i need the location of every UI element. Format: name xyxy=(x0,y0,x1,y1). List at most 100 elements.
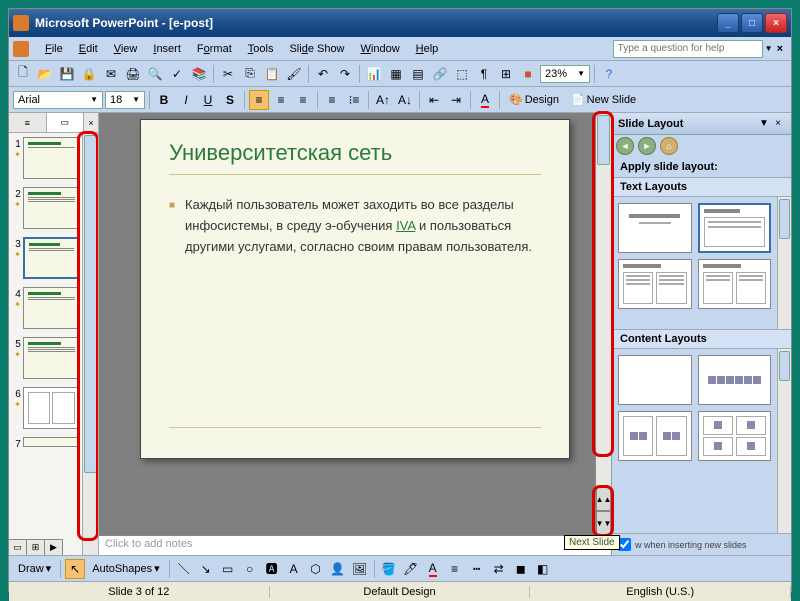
decrease-font-icon[interactable]: A↓ xyxy=(395,90,415,110)
slideshow-view-icon[interactable]: ▶ xyxy=(45,540,63,555)
layout-four-content[interactable] xyxy=(698,411,772,461)
save-icon[interactable]: 💾 xyxy=(57,64,77,84)
align-center-icon[interactable]: ≡ xyxy=(271,90,291,110)
layout-two-col-bullets[interactable] xyxy=(698,259,772,309)
rectangle-icon[interactable]: ▭ xyxy=(218,559,238,579)
bullets-icon[interactable]: ⁝≡ xyxy=(344,90,364,110)
layout-two-col-text[interactable] xyxy=(618,259,692,309)
layout-content[interactable] xyxy=(698,355,772,405)
slide-canvas[interactable]: Университетская сеть Каждый пользователь… xyxy=(140,119,570,459)
help-dropdown-icon[interactable]: ▼ xyxy=(765,44,773,53)
dash-style-icon[interactable]: ┅ xyxy=(467,559,487,579)
expand-icon[interactable]: ⬚ xyxy=(452,64,472,84)
line-icon[interactable]: ＼ xyxy=(174,559,194,579)
color-icon[interactable]: ■ xyxy=(518,64,538,84)
increase-indent-icon[interactable]: ⇥ xyxy=(446,90,466,110)
new-icon[interactable]: 🗋 xyxy=(13,64,33,84)
spelling-icon[interactable]: ✓ xyxy=(167,64,187,84)
underline-icon[interactable]: U xyxy=(198,90,218,110)
thumbnail-3[interactable]: 3✦ xyxy=(11,237,80,279)
italic-icon[interactable]: I xyxy=(176,90,196,110)
font-color-icon[interactable]: A xyxy=(475,90,495,110)
layout-title-content[interactable] xyxy=(698,203,772,253)
cut-icon[interactable]: ✂ xyxy=(218,64,238,84)
grid-icon[interactable]: ⊞ xyxy=(496,64,516,84)
layout-title-only[interactable] xyxy=(618,203,692,253)
menu-help[interactable]: Help xyxy=(408,41,447,57)
copy-icon[interactable]: ⎘ xyxy=(240,64,260,84)
autoshapes-menu[interactable]: AutoShapes ▾ xyxy=(87,559,164,579)
maximize-button[interactable]: □ xyxy=(741,13,763,33)
menu-edit[interactable]: Edit xyxy=(71,41,106,57)
3d-style-icon[interactable]: ◧ xyxy=(533,559,553,579)
close-button[interactable]: × xyxy=(765,13,787,33)
slide-scrollbar[interactable]: ▲▲ ▼▼ xyxy=(595,113,611,535)
layout-scrollbar[interactable] xyxy=(777,197,791,329)
fill-color-icon[interactable]: 🪣 xyxy=(379,559,399,579)
show-formatting-icon[interactable]: ¶ xyxy=(474,64,494,84)
diagram-icon[interactable]: ⬡ xyxy=(306,559,326,579)
thumbnail-2[interactable]: 2✦ xyxy=(11,187,80,229)
align-right-icon[interactable]: ≡ xyxy=(293,90,313,110)
task-pane-close-icon[interactable]: × xyxy=(771,118,785,129)
menu-format[interactable]: Format xyxy=(189,41,240,57)
numbering-icon[interactable]: ≡ xyxy=(322,90,342,110)
next-slide-button[interactable]: ▼▼ xyxy=(596,511,611,535)
align-left-icon[interactable]: ≡ xyxy=(249,90,269,110)
thumbnail-1[interactable]: 1✦ xyxy=(11,137,80,179)
thumbnail-list[interactable]: 1✦ 2✦ 3✦ 4✦ 5✦ 6✦ 7 xyxy=(9,133,82,555)
wordart-icon[interactable]: A xyxy=(284,559,304,579)
arrow-style-icon[interactable]: ⇄ xyxy=(489,559,509,579)
research-icon[interactable]: 📚 xyxy=(189,64,209,84)
clipart-icon[interactable]: 👤 xyxy=(328,559,348,579)
email-icon[interactable]: ✉ xyxy=(101,64,121,84)
layout-blank[interactable] xyxy=(618,355,692,405)
thumbnail-5[interactable]: 5✦ xyxy=(11,337,80,379)
sorter-view-icon[interactable]: ⊞ xyxy=(27,540,45,555)
thumb-tabs-close[interactable]: × xyxy=(84,113,98,132)
font-combo[interactable]: Arial▼ xyxy=(13,91,103,109)
content-layout-scrollbar[interactable] xyxy=(777,349,791,533)
prev-slide-button[interactable]: ▲▲ xyxy=(596,487,611,511)
oval-icon[interactable]: ○ xyxy=(240,559,260,579)
format-painter-icon[interactable]: 🖌 xyxy=(284,64,304,84)
line-style-icon[interactable]: ≡ xyxy=(445,559,465,579)
paste-icon[interactable]: 📋 xyxy=(262,64,282,84)
zoom-combo[interactable]: 23%▼ xyxy=(540,65,590,83)
task-home-icon[interactable]: ⌂ xyxy=(660,137,678,155)
normal-view-icon[interactable]: ▭ xyxy=(9,540,27,555)
open-icon[interactable]: 📂 xyxy=(35,64,55,84)
menu-slideshow[interactable]: Slide Show xyxy=(281,41,352,57)
help-icon[interactable]: ? xyxy=(599,64,619,84)
select-icon[interactable]: ↖ xyxy=(65,559,85,579)
table-icon[interactable]: ▦ xyxy=(386,64,406,84)
hyperlink-icon[interactable]: 🔗 xyxy=(430,64,450,84)
design-button[interactable]: 🎨Design xyxy=(504,90,564,110)
task-pane-dropdown-icon[interactable]: ▼ xyxy=(757,118,771,129)
permission-icon[interactable]: 🔒 xyxy=(79,64,99,84)
minimize-button[interactable]: _ xyxy=(717,13,739,33)
decrease-indent-icon[interactable]: ⇤ xyxy=(424,90,444,110)
menu-tools[interactable]: Tools xyxy=(240,41,282,57)
menu-window[interactable]: Window xyxy=(353,41,408,57)
chart-icon[interactable]: 📊 xyxy=(364,64,384,84)
thumbnail-7[interactable]: 7 xyxy=(11,437,80,450)
slide-link-iva[interactable]: IVA xyxy=(396,218,415,233)
arrow-icon[interactable]: ↘ xyxy=(196,559,216,579)
increase-font-icon[interactable]: A↑ xyxy=(373,90,393,110)
menu-file[interactable]: File xyxy=(37,41,71,57)
tables-borders-icon[interactable]: ▤ xyxy=(408,64,428,84)
undo-icon[interactable]: ↶ xyxy=(313,64,333,84)
thumbnail-6[interactable]: 6✦ xyxy=(11,387,80,429)
menu-view[interactable]: View xyxy=(106,41,146,57)
shadow-style-icon[interactable]: ◼ xyxy=(511,559,531,579)
task-forward-icon[interactable]: ► xyxy=(638,137,656,155)
redo-icon[interactable]: ↷ xyxy=(335,64,355,84)
bold-icon[interactable]: B xyxy=(154,90,174,110)
layout-two-content[interactable] xyxy=(618,411,692,461)
shadow-icon[interactable]: S xyxy=(220,90,240,110)
help-search-input[interactable] xyxy=(613,40,763,58)
textbox-icon[interactable]: 🅰 xyxy=(262,559,282,579)
font-color-draw-icon[interactable]: A xyxy=(423,559,443,579)
picture-icon[interactable]: 🖼 xyxy=(350,559,370,579)
